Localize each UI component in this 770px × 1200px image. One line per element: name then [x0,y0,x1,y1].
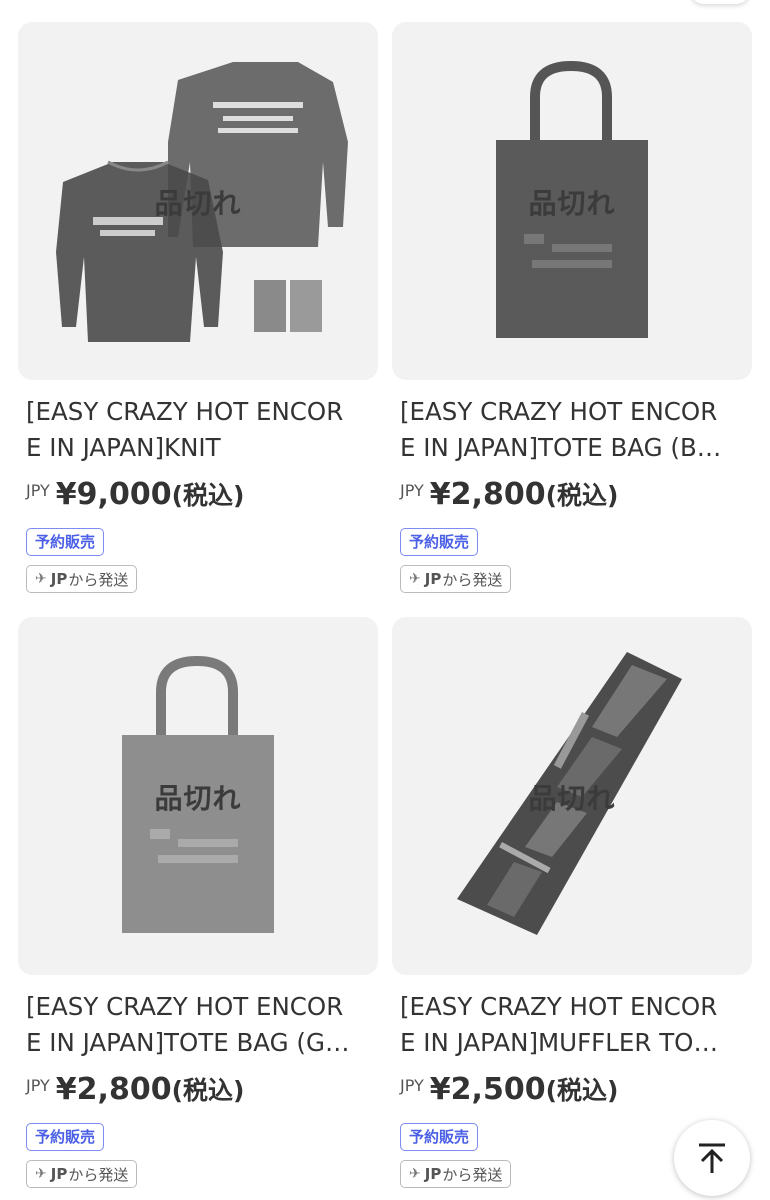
shipping-origin: JP [424,570,442,588]
presale-badge: 予約販売 [26,1123,105,1151]
price-amount: ¥9,000 [55,477,172,512]
shipping-text: から発送 [68,570,129,589]
tax-label: (税込) [545,481,619,510]
price-amount: ¥2,500 [429,1072,546,1107]
product-price: JPY ¥2,500 (税込) [400,1071,744,1111]
price-amount: ¥2,800 [55,1072,172,1107]
product-title[interactable]: [EASY CRAZY HOT ENCOR E IN JAPAN]KNIT [26,394,370,466]
product-title-line-1: [EASY CRAZY HOT ENCOR [26,992,344,1021]
product-card[interactable]: 品切れ [EASY CRAZY HOT ENCOR E IN JAPAN]KNI… [18,22,378,593]
airplane-icon: ✈ [409,1166,421,1182]
presale-badge: 予約販売 [26,528,105,556]
currency-label: JPY [26,1076,50,1095]
currency-label: JPY [400,481,424,500]
soldout-label: 品切れ [154,187,242,220]
product-title[interactable]: [EASY CRAZY HOT ENCOR E IN JAPAN]TOTE BA… [26,989,370,1061]
airplane-icon: ✈ [35,1166,47,1182]
product-title-line-1: [EASY CRAZY HOT ENCOR [26,397,344,426]
shipping-origin: JP [50,570,68,588]
shipping-badge: ✈ JP から発送 [26,1160,138,1188]
shipping-text: から発送 [442,570,503,589]
soldout-label: 品切れ [154,782,242,815]
floating-control-edge [690,0,750,4]
soldout-label: 品切れ [528,782,616,815]
product-grid: 品切れ [EASY CRAZY HOT ENCOR E IN JAPAN]KNI… [18,22,752,1188]
shipping-badge: ✈ JP から発送 [400,1160,512,1188]
product-title[interactable]: [EASY CRAZY HOT ENCOR E IN JAPAN]MUFFLER… [400,989,744,1061]
product-image[interactable]: 品切れ [18,22,378,380]
shipping-badge: ✈ JP から発送 [26,565,138,593]
scroll-to-top-button[interactable] [674,1120,750,1196]
currency-label: JPY [26,481,50,500]
product-image[interactable]: 品切れ [18,617,378,975]
product-price: JPY ¥2,800 (税込) [26,1071,370,1111]
product-title[interactable]: [EASY CRAZY HOT ENCOR E IN JAPAN]TOTE BA… [400,394,744,466]
product-title-line-2: E IN JAPAN]TOTE BAG (B… [400,433,722,462]
shipping-badge: ✈ JP から発送 [400,565,512,593]
product-image[interactable]: 品切れ [392,617,752,975]
product-title-line-1: [EASY CRAZY HOT ENCOR [400,397,718,426]
product-card[interactable]: 品切れ [EASY CRAZY HOT ENCOR E IN JAPAN]TOT… [18,617,378,1188]
presale-badge: 予約販売 [400,1123,479,1151]
presale-badge: 予約販売 [400,528,479,556]
airplane-icon: ✈ [35,571,47,587]
product-price: JPY ¥2,800 (税込) [400,476,744,516]
product-card[interactable]: 品切れ [EASY CRAZY HOT ENCOR E IN JAPAN]MUF… [392,617,752,1188]
shipping-origin: JP [424,1165,442,1183]
product-title-line-1: [EASY CRAZY HOT ENCOR [400,992,718,1021]
price-amount: ¥2,800 [429,477,546,512]
tax-label: (税込) [171,481,245,510]
airplane-icon: ✈ [409,571,421,587]
soldout-label: 品切れ [528,187,616,220]
product-image[interactable]: 品切れ [392,22,752,380]
currency-label: JPY [400,1076,424,1095]
product-title-line-2: E IN JAPAN]KNIT [26,433,221,462]
tax-label: (税込) [171,1076,245,1105]
product-title-line-2: E IN JAPAN]MUFFLER TO… [400,1028,718,1057]
shipping-text: から発送 [68,1165,129,1184]
tax-label: (税込) [545,1076,619,1105]
product-title-line-2: E IN JAPAN]TOTE BAG (G… [26,1028,350,1057]
product-card[interactable]: 品切れ [EASY CRAZY HOT ENCOR E IN JAPAN]TOT… [392,22,752,593]
shipping-origin: JP [50,1165,68,1183]
product-price: JPY ¥9,000 (税込) [26,476,370,516]
shipping-text: から発送 [442,1165,503,1184]
arrow-up-to-top-icon [699,1143,725,1173]
